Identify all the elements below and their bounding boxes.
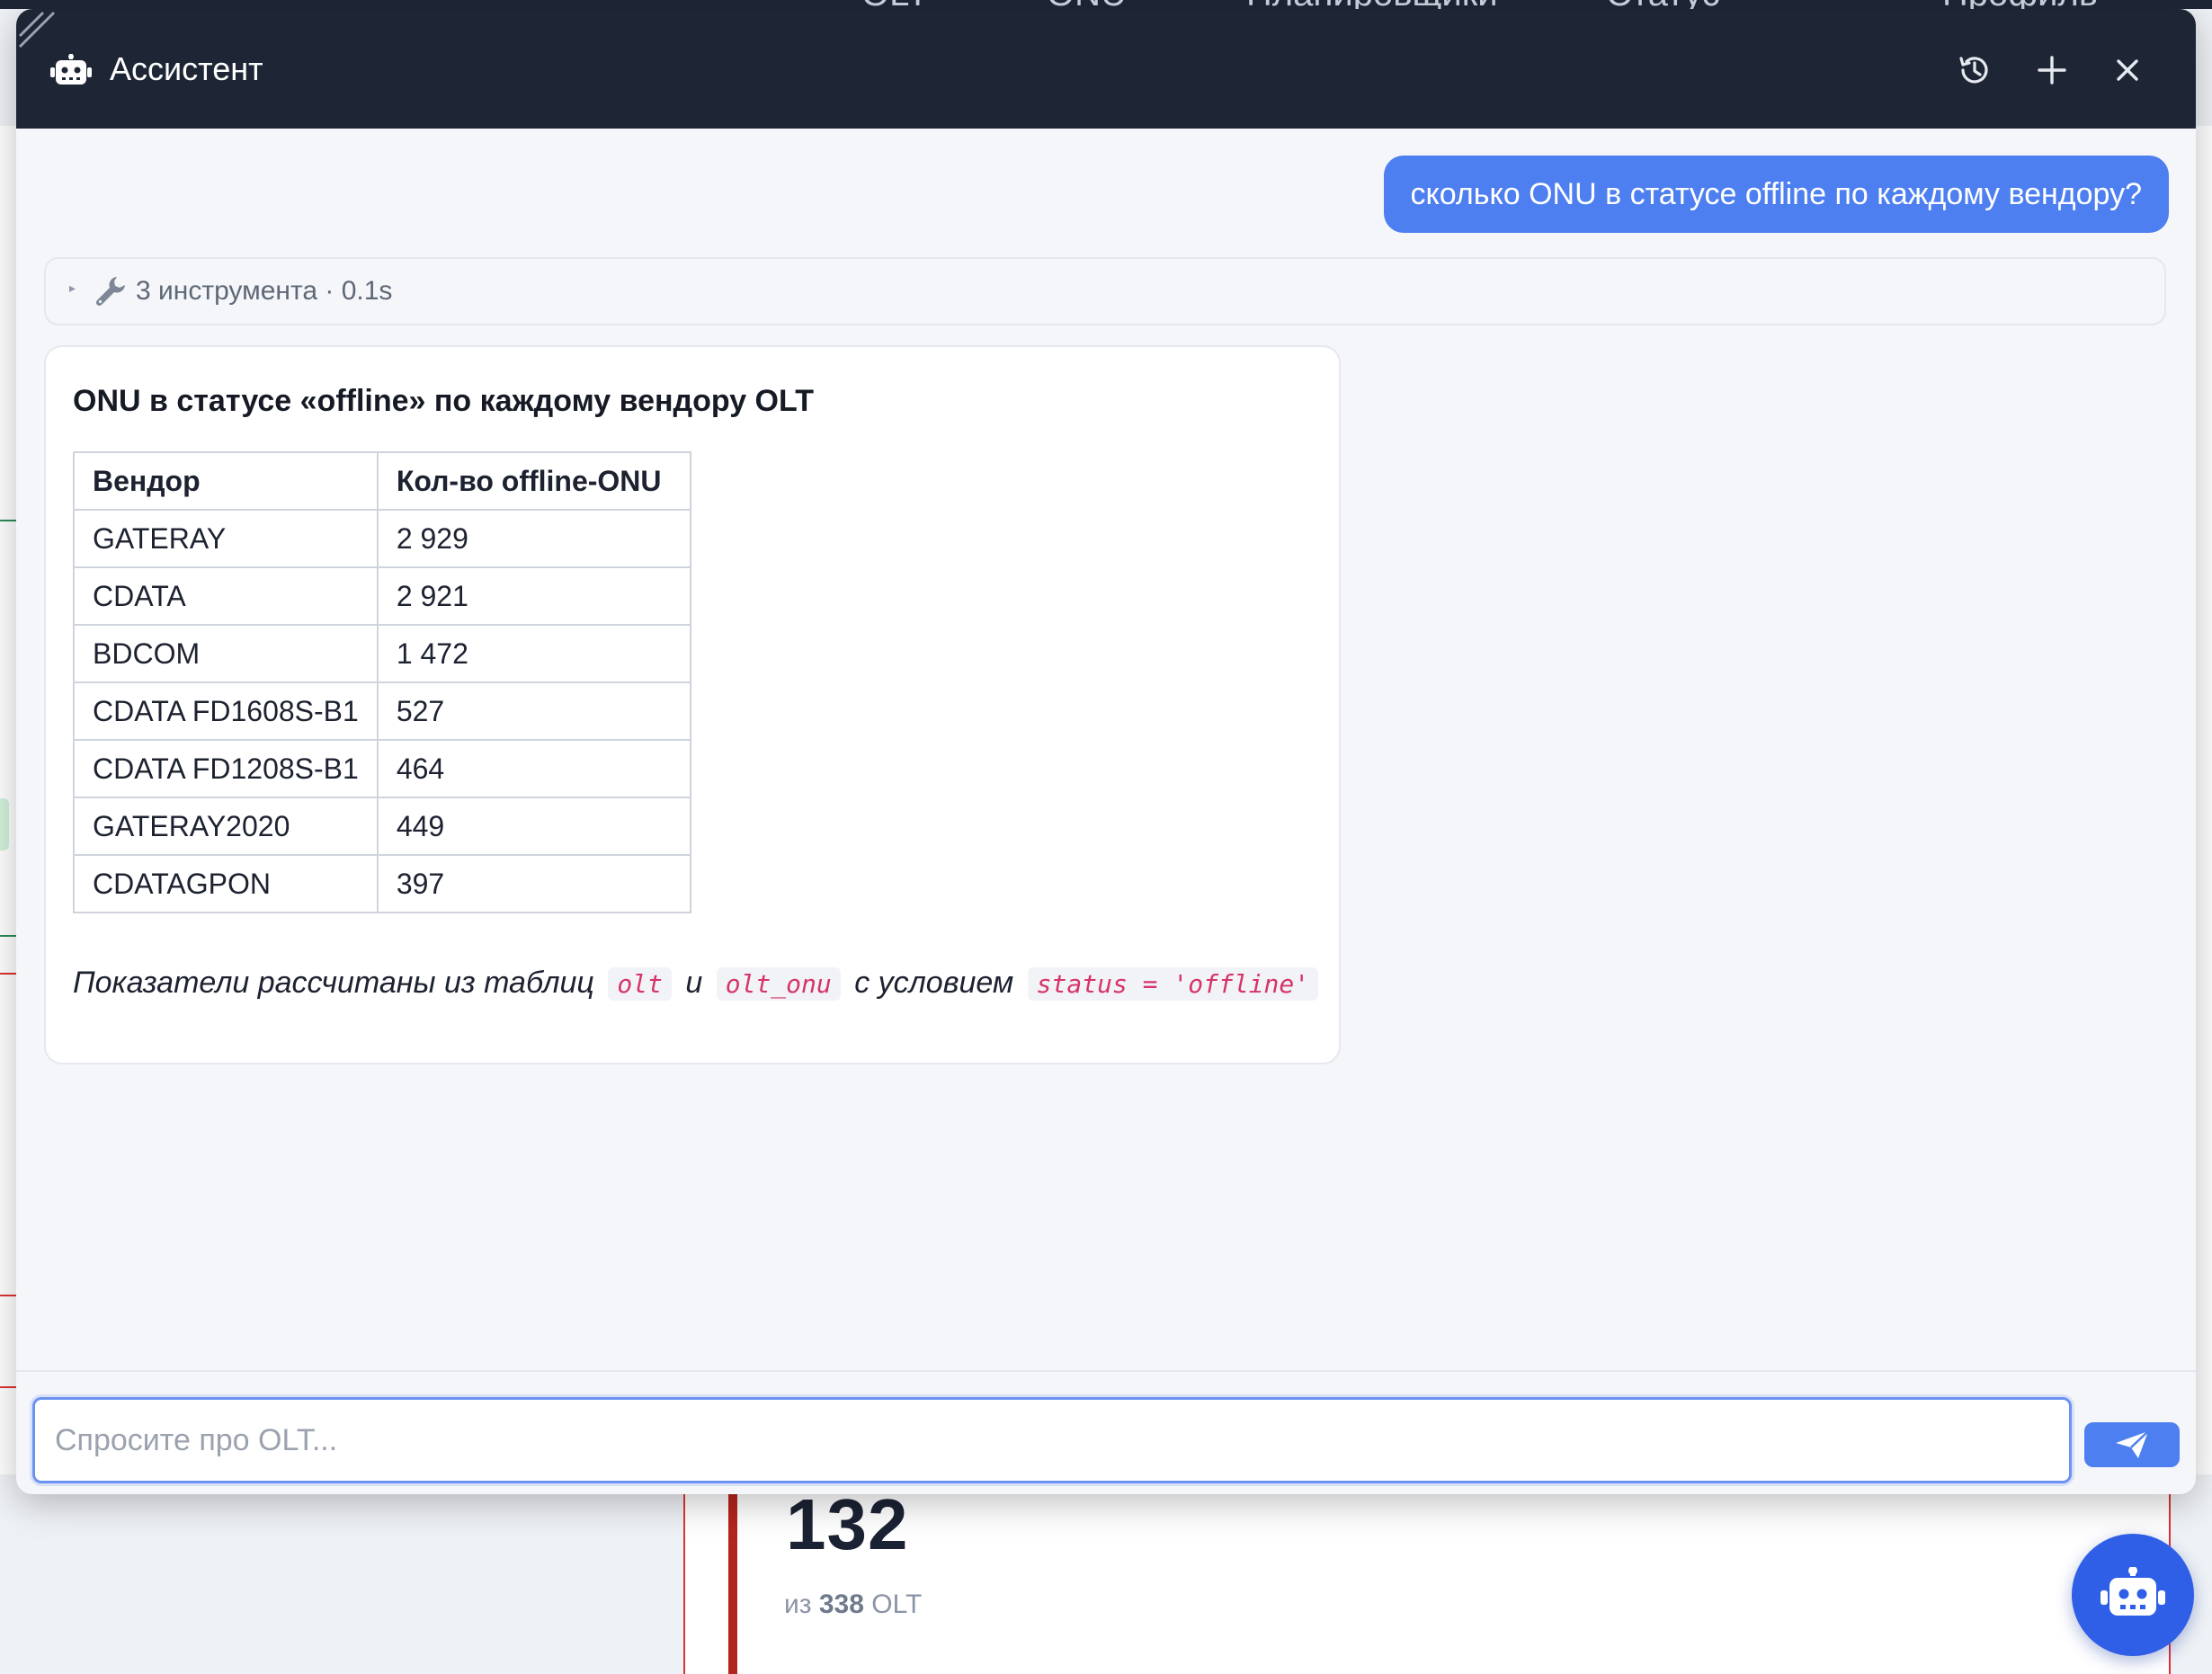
close-icon	[2117, 59, 2138, 81]
table-header-cell: Вендор	[73, 451, 379, 511]
send-button[interactable]	[2084, 1422, 2180, 1467]
new-chat-button[interactable]	[2030, 49, 2074, 92]
table-cell-vendor: CDATAGPON	[73, 854, 379, 913]
footnote-text: Показатели рассчитаны из таблиц	[73, 966, 594, 1000]
code-condition: status = 'offline'	[1027, 967, 1319, 1001]
nav-item-schedulers[interactable]: Планировщики	[1246, 0, 1498, 12]
table-cell-count: 449	[376, 797, 691, 856]
table-row: GATERAY2020 449	[73, 797, 691, 856]
divider	[0, 1386, 18, 1388]
divider	[0, 520, 18, 521]
table-cell-count: 1 472	[376, 624, 691, 683]
divider	[0, 973, 18, 975]
table-cell-vendor: CDATA FD1608S-B1	[73, 681, 379, 741]
chat-input[interactable]	[32, 1397, 2072, 1483]
table-cell-count: 527	[376, 681, 691, 741]
nav-item-onu[interactable]: ONU	[1047, 0, 1127, 12]
table-cell-vendor: GATERAY2020	[73, 797, 379, 856]
assistant-fab-button[interactable]	[2072, 1534, 2194, 1656]
answer-title: ONU в статусе «offline» по каждому вендо…	[73, 384, 815, 418]
history-icon	[1959, 57, 1988, 84]
modal-title: Ассистент	[110, 50, 263, 87]
user-message: сколько ONU в статусе offline по каждому…	[1383, 156, 2169, 233]
table-row: BDCOM 1 472	[73, 624, 691, 683]
table-cell-count: 397	[376, 854, 691, 913]
resize-handle-icon[interactable]	[16, 9, 56, 49]
tools-summary-toggle[interactable]: ▸ 3 инструмента · 0.1s	[44, 257, 2166, 325]
wrench-icon	[95, 277, 125, 307]
tools-summary-label: 3 инструмента · 0.1s	[136, 276, 393, 306]
background-top-nav: OLT ONU Планировщики Статус Профиль	[0, 0, 2212, 12]
table-header-row: Вендор Кол-во offline-ONU	[73, 451, 691, 511]
chat-input-bar	[16, 1370, 2196, 1494]
table-cell-count: 464	[376, 739, 691, 798]
stat-card-value: 132	[786, 1484, 909, 1564]
caret-right-icon: ▸	[69, 280, 76, 295]
code-table-olt: olt	[608, 967, 672, 1001]
table-cell-vendor: GATERAY	[73, 509, 379, 568]
table-cell-count: 2 921	[376, 566, 691, 626]
vendor-offline-table: Вендор Кол-во offline-ONU GATERAY 2 929 …	[73, 451, 691, 913]
answer-footnote: Показатели рассчитаны из таблиц olt и ol…	[73, 964, 1324, 1003]
background-right-panel	[2194, 126, 2212, 1474]
table-row: CDATAGPON 397	[73, 854, 691, 913]
divider	[0, 1295, 18, 1296]
stat-card-accent	[728, 1494, 737, 1674]
stat-sub-suffix: OLT	[871, 1589, 923, 1619]
divider	[0, 935, 18, 937]
table-cell-vendor: CDATA	[73, 566, 379, 626]
plus-icon	[2038, 56, 2066, 85]
robot-icon	[50, 54, 92, 85]
code-table-olt-onu: olt_onu	[716, 967, 841, 1001]
stat-card-subtitle: из 338 OLT	[784, 1589, 922, 1620]
stat-sub-prefix: из	[784, 1589, 812, 1619]
assistant-modal: Ассистент сколько ONU в статусе offline …	[16, 9, 2196, 1494]
nav-item-profile[interactable]: Профиль	[1942, 0, 2098, 12]
table-row: GATERAY 2 929	[73, 509, 691, 568]
table-header-cell: Кол-во offline-ONU	[376, 451, 691, 511]
paper-plane-icon	[2116, 1430, 2149, 1458]
table-cell-vendor: CDATA FD1208S-B1	[73, 739, 379, 798]
stat-sub-value: 338	[818, 1589, 864, 1619]
table-cell-vendor: BDCOM	[73, 624, 379, 683]
nav-item-status[interactable]: Статус	[1606, 0, 1719, 12]
footnote-text: и	[685, 966, 703, 1000]
close-button[interactable]	[2106, 49, 2149, 92]
table-row: CDATA FD1608S-B1 527	[73, 681, 691, 741]
table-cell-count: 2 929	[376, 509, 691, 568]
modal-header: Ассистент	[16, 9, 2196, 129]
table-row: CDATA FD1208S-B1 464	[73, 739, 691, 798]
table-row: CDATA 2 921	[73, 566, 691, 626]
background-status-pill	[0, 798, 9, 850]
robot-icon	[2101, 1567, 2165, 1616]
history-button[interactable]	[1953, 49, 1996, 92]
page: OLT ONU Планировщики Статус Профиль 132 …	[0, 0, 2212, 1674]
assistant-answer-card: ONU в статусе «offline» по каждому вендо…	[44, 345, 1341, 1064]
footnote-text: с условием	[854, 966, 1014, 1000]
nav-item-olt[interactable]: OLT	[861, 0, 929, 12]
